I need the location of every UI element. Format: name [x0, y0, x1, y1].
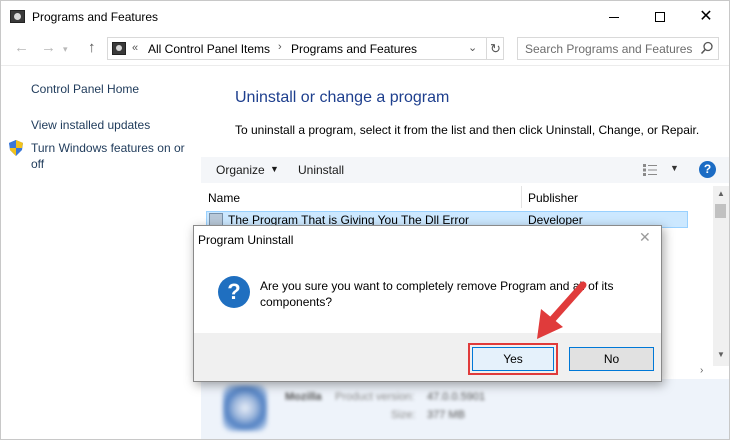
- navigation-bar: ← → ▾ ↑ « All Control Panel Items › Prog…: [1, 35, 729, 63]
- scroll-down-icon[interactable]: ▼: [717, 350, 725, 359]
- organize-button[interactable]: Organize: [216, 163, 265, 177]
- control-panel-icon: [10, 10, 25, 23]
- details-pane: Mozilla Product version: 47.0.0.5901 Siz…: [201, 379, 729, 439]
- details-program-name: Mozilla: [285, 391, 322, 403]
- search-icon[interactable]: [700, 41, 714, 55]
- up-arrow-icon[interactable]: ↑: [88, 39, 96, 56]
- search-placeholder: Search Programs and Features: [525, 42, 693, 56]
- programs-and-features-window: Programs and Features ✕ ← → ▾ ↑ « All Co…: [0, 0, 730, 440]
- question-icon: ?: [218, 276, 250, 308]
- scroll-up-icon[interactable]: ▲: [717, 189, 725, 198]
- close-button[interactable]: ✕: [683, 1, 729, 33]
- uac-shield-icon: [9, 140, 23, 156]
- maximize-button[interactable]: [637, 1, 683, 33]
- refresh-icon[interactable]: ↻: [486, 38, 504, 59]
- close-icon: ✕: [699, 8, 713, 25]
- breadcrumb-separator-icon[interactable]: ›: [278, 41, 282, 53]
- organize-dropdown-icon[interactable]: ▼: [270, 164, 279, 174]
- details-version-label: Product version:: [335, 391, 415, 403]
- column-name-header[interactable]: Name: [208, 191, 240, 205]
- minimize-button[interactable]: [591, 1, 637, 33]
- dialog-close-icon[interactable]: ✕: [639, 229, 651, 246]
- maximize-icon: [655, 12, 665, 22]
- dialog-title: Program Uninstall: [198, 233, 294, 247]
- no-button[interactable]: No: [569, 347, 654, 371]
- control-panel-home-link[interactable]: Control Panel Home: [31, 82, 139, 96]
- page-instruction: To uninstall a program, select it from t…: [235, 123, 700, 137]
- vertical-scrollbar[interactable]: ▲ ▼: [713, 186, 729, 366]
- uninstall-button[interactable]: Uninstall: [298, 163, 344, 177]
- view-installed-updates-link[interactable]: View installed updates: [31, 118, 150, 132]
- view-dropdown-icon[interactable]: ▼: [670, 163, 679, 173]
- column-header: Name Publisher: [201, 186, 713, 208]
- title-bar: Programs and Features ✕: [1, 1, 729, 33]
- recent-locations-chevron-icon[interactable]: ▾: [63, 44, 68, 55]
- details-size-label: Size:: [391, 409, 416, 421]
- details-version-value: 47.0.0.5901: [427, 391, 486, 403]
- scroll-right-icon[interactable]: ›: [700, 365, 703, 376]
- turn-windows-features-link[interactable]: Turn Windows features on or off: [31, 140, 196, 172]
- control-panel-icon: [112, 42, 126, 55]
- forward-arrow-icon[interactable]: →: [41, 39, 56, 56]
- scroll-thumb[interactable]: [715, 204, 726, 218]
- divider: [1, 65, 729, 66]
- details-size-value: 377 MB: [427, 409, 465, 421]
- address-dropdown-icon[interactable]: ⌄: [468, 41, 477, 54]
- yes-button[interactable]: Yes: [472, 347, 554, 371]
- column-divider[interactable]: [521, 186, 522, 208]
- back-arrow-icon[interactable]: ←: [14, 39, 29, 56]
- program-uninstall-dialog: Program Uninstall ✕ ? Are you sure you w…: [193, 225, 662, 382]
- address-bar[interactable]: « All Control Panel Items › Programs and…: [107, 37, 504, 60]
- view-options-icon[interactable]: [643, 164, 657, 176]
- search-input[interactable]: Search Programs and Features: [517, 37, 719, 60]
- breadcrumb-overflow[interactable]: «: [132, 42, 138, 54]
- breadcrumb-programs-and-features[interactable]: Programs and Features: [291, 42, 417, 56]
- breadcrumb-all-control-panel-items[interactable]: All Control Panel Items: [148, 42, 270, 56]
- command-bar: Organize ▼ Uninstall ▼ ?: [201, 157, 729, 183]
- annotation-arrow-icon: [537, 281, 587, 339]
- help-icon[interactable]: ?: [699, 161, 716, 178]
- page-title: Uninstall or change a program: [235, 89, 450, 106]
- column-publisher-header[interactable]: Publisher: [528, 191, 578, 205]
- minimize-icon: [609, 16, 619, 18]
- window-title: Programs and Features: [32, 10, 159, 24]
- program-large-icon: [223, 385, 267, 431]
